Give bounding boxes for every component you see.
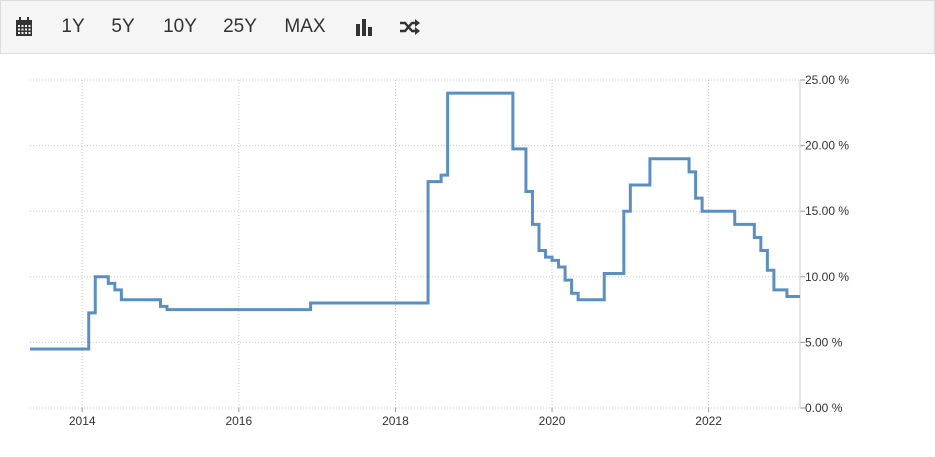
y-tick-label: 10.00 % bbox=[805, 270, 849, 284]
range-5y-button[interactable]: 5Y bbox=[106, 1, 140, 53]
bar-chart-icon[interactable] bbox=[353, 1, 375, 53]
range-10y-button[interactable]: 10Y bbox=[159, 1, 201, 53]
y-tick-label: 20.00 % bbox=[805, 139, 849, 153]
series-line[interactable] bbox=[30, 93, 800, 349]
x-tick-label: 2018 bbox=[382, 414, 409, 428]
axes bbox=[82, 80, 805, 412]
calendar-icon[interactable] bbox=[13, 1, 35, 53]
chart-toolbar: 1Y 5Y 10Y 25Y MAX bbox=[0, 0, 935, 54]
chart-area: 0.00 % 5.00 % 10.00 % 15.00 % 20.00 % 25.00 %… bbox=[0, 54, 935, 452]
series-layer bbox=[30, 93, 800, 349]
y-tick-label: 0.00 % bbox=[805, 401, 843, 415]
range-1y-button[interactable]: 1Y bbox=[56, 1, 90, 53]
shuffle-icon[interactable] bbox=[398, 1, 422, 53]
y-tick-label: 5.00 % bbox=[805, 335, 843, 349]
y-tick-label: 15.00 % bbox=[805, 204, 849, 218]
interest-rate-chart: 0.00 % 5.00 % 10.00 % 15.00 % 20.00 % 25.00 %… bbox=[0, 54, 935, 452]
range-25y-button[interactable]: 25Y bbox=[219, 1, 261, 53]
y-tick-label: 25.00 % bbox=[805, 73, 849, 87]
x-tick-label: 2020 bbox=[539, 414, 566, 428]
x-tick-label: 2014 bbox=[69, 414, 96, 428]
grid bbox=[30, 80, 800, 408]
x-tick-label: 2016 bbox=[225, 414, 252, 428]
x-tick-label: 2022 bbox=[695, 414, 722, 428]
range-max-button[interactable]: MAX bbox=[280, 1, 330, 53]
tick-labels: 0.00 % 5.00 % 10.00 % 15.00 % 20.00 % 25.00 %… bbox=[69, 73, 850, 428]
